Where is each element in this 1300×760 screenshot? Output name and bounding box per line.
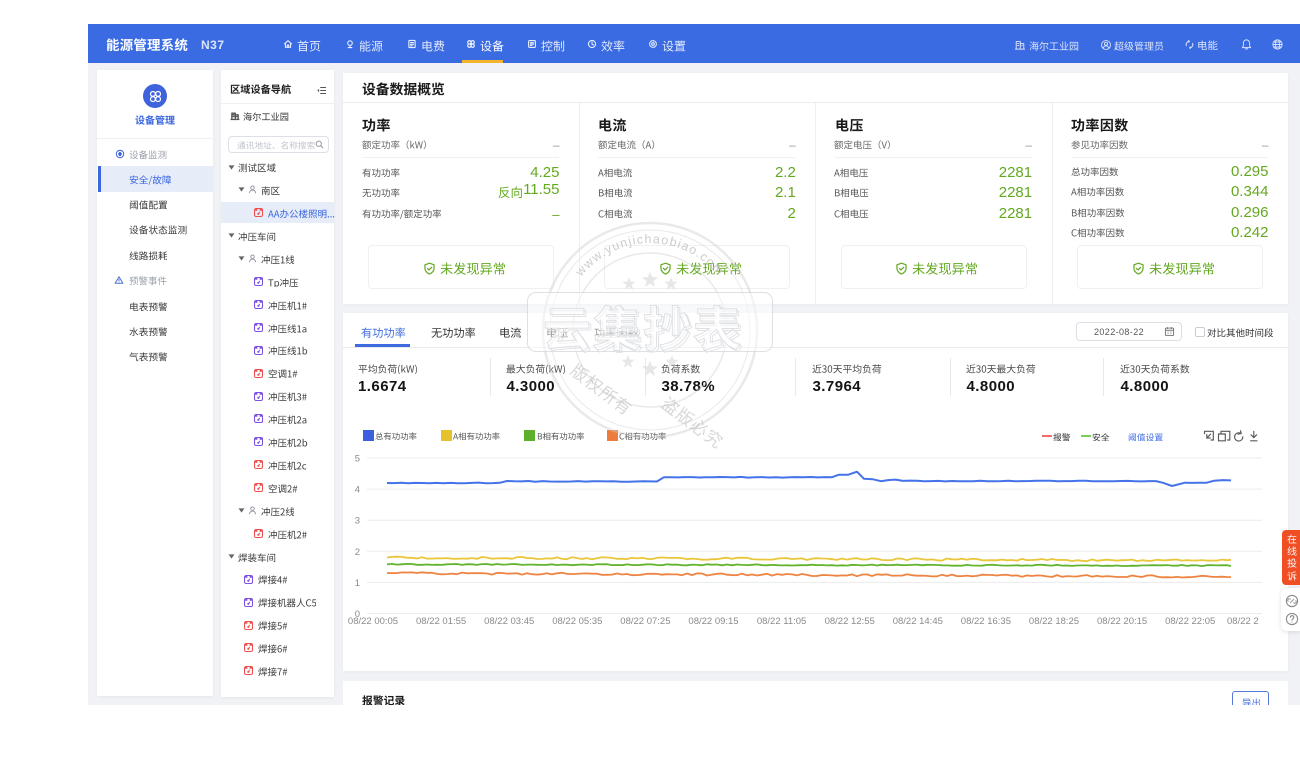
svg-text:3: 3	[355, 516, 360, 527]
svg-text:08/22 16:35: 08/22 16:35	[961, 616, 1011, 627]
svg-text:08/22 03:45: 08/22 03:45	[484, 616, 534, 627]
svg-text:08/22 20:15: 08/22 20:15	[1097, 616, 1147, 627]
svg-text:08/22 14:45: 08/22 14:45	[893, 616, 943, 627]
svg-text:08/22 2: 08/22 2	[1227, 616, 1259, 627]
svg-text:08/22 11:05: 08/22 11:05	[757, 616, 806, 627]
svg-text:08/22 01:55: 08/22 01:55	[416, 616, 466, 627]
svg-text:4: 4	[355, 485, 360, 496]
svg-text:08/22 22:05: 08/22 22:05	[1165, 616, 1215, 627]
svg-text:5: 5	[355, 454, 360, 465]
svg-text:1: 1	[355, 578, 360, 589]
svg-text:08/22 18:25: 08/22 18:25	[1029, 616, 1079, 627]
svg-text:08/22 12:55: 08/22 12:55	[825, 616, 875, 627]
svg-text:08/22 09:15: 08/22 09:15	[688, 616, 738, 627]
svg-text:08/22 07:25: 08/22 07:25	[620, 616, 670, 627]
svg-text:2: 2	[355, 547, 360, 558]
svg-text:08/22 00:05: 08/22 00:05	[348, 616, 398, 627]
svg-text:08/22 05:35: 08/22 05:35	[552, 616, 602, 627]
